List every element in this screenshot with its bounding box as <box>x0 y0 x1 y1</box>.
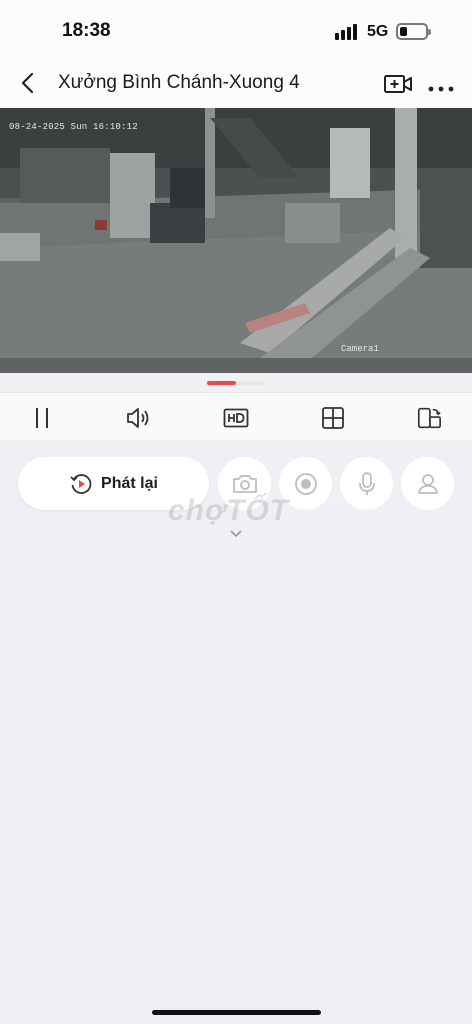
camera-live-view[interactable]: 08-24-2025 Sun 16:10:12 Camera1 <box>0 108 472 373</box>
add-video-icon <box>384 75 412 93</box>
battery-icon <box>396 23 431 40</box>
signal-icon <box>335 24 359 40</box>
watermark: chợTỐT <box>168 494 290 527</box>
multi-view-button[interactable] <box>320 406 346 430</box>
page-title: Xưởng Bình Chánh-Xuong 4 <box>58 72 300 93</box>
record-icon <box>294 472 317 495</box>
person-icon <box>417 473 438 494</box>
microphone-icon <box>358 471 375 495</box>
camera-scene <box>0 108 472 373</box>
microphone-button[interactable] <box>340 457 393 510</box>
video-timestamp: 08-24-2025 Sun 16:10:12 <box>9 122 138 132</box>
camera-icon <box>232 474 257 493</box>
camera-label: Camera1 <box>341 344 379 354</box>
playback-toolbar <box>0 392 472 440</box>
volume-button[interactable] <box>126 406 152 430</box>
pause-icon <box>36 408 48 428</box>
volume-icon <box>127 408 149 428</box>
grid-icon <box>322 407 344 429</box>
view-page-indicator <box>207 381 265 385</box>
network-type: 5G <box>367 23 389 40</box>
chevron-left-icon <box>21 72 34 94</box>
hd-icon <box>223 408 249 428</box>
add-camera-button[interactable] <box>383 72 413 96</box>
rotate-screen-button[interactable] <box>416 406 442 430</box>
more-options-button[interactable] <box>428 80 454 92</box>
nav-bar: Xưởng Bình Chánh-Xuong 4 <box>0 62 472 108</box>
ptz-control-button[interactable] <box>401 457 454 510</box>
pause-button[interactable] <box>29 406 55 430</box>
status-time: 18:38 <box>62 20 111 41</box>
rotate-screen-icon <box>417 407 441 429</box>
replay-icon <box>70 473 92 494</box>
home-indicator <box>152 1010 321 1015</box>
replay-label: Phát lại <box>101 474 158 492</box>
top-bar: 18:38 5G Xưởng Bình Chánh-Xuong 4 <box>0 0 472 108</box>
more-icon <box>428 86 454 92</box>
chevron-down-icon <box>230 530 242 538</box>
back-button[interactable] <box>18 70 40 98</box>
status-bar: 18:38 5G <box>0 0 472 62</box>
hd-quality-button[interactable] <box>223 406 249 430</box>
